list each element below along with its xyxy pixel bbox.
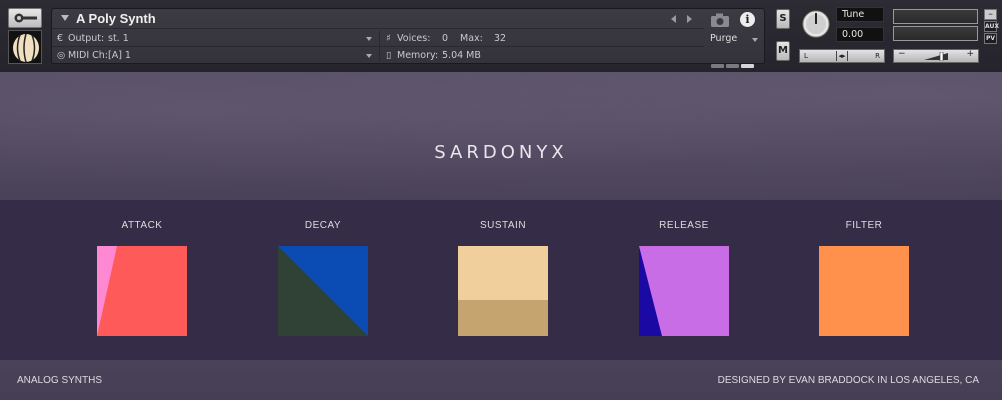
- tune-knob[interactable]: [799, 6, 833, 42]
- volume-slider[interactable]: − +: [893, 49, 979, 63]
- tune-label: Tune: [836, 7, 884, 22]
- memory-icon: ▯: [386, 50, 392, 61]
- wrench-icon: [14, 13, 37, 23]
- title-row: A Poly Synth: [52, 9, 704, 29]
- filter-label: FILTER: [845, 220, 883, 231]
- next-instrument-icon[interactable]: [687, 15, 692, 23]
- instrument-icon[interactable]: [8, 30, 42, 64]
- attack-label: ATTACK: [121, 220, 163, 231]
- volume-minus-label: −: [898, 49, 906, 59]
- instrument-info-panel: A Poly Synth i € Output: st. 1 ♯ Voices:…: [51, 8, 765, 68]
- volume-ramp-icon: [924, 52, 948, 61]
- pan-slider[interactable]: L ◂▸ R: [799, 49, 885, 63]
- purge-led: [741, 64, 754, 68]
- aux-button[interactable]: AUX: [984, 21, 999, 32]
- output-row: € Output: st. 1 ♯ Voices: 0 Max: 32: [52, 30, 704, 47]
- sustain-control[interactable]: [458, 246, 548, 336]
- envelope-panel: ATTACK DECAY SUSTAIN RELEASE FILTER: [0, 200, 1002, 360]
- divider: [379, 47, 380, 64]
- camera-icon[interactable]: [710, 12, 730, 28]
- previous-instrument-icon[interactable]: [671, 15, 676, 23]
- purge-dropdown-icon[interactable]: [752, 38, 758, 42]
- instrument-header: A Poly Synth i € Output: st. 1 ♯ Voices:…: [0, 0, 1002, 72]
- voices-icon: ♯: [386, 33, 391, 44]
- max-voices-value[interactable]: 32: [494, 33, 506, 44]
- tune-value[interactable]: 0.00: [836, 27, 884, 42]
- output-value[interactable]: st. 1: [108, 33, 129, 44]
- minimize-button[interactable]: −: [984, 9, 997, 20]
- footer: ANALOG SYNTHS DESIGNED BY EVAN BRADDOCK …: [0, 360, 1002, 400]
- release-control[interactable]: [639, 246, 729, 336]
- solo-button[interactable]: S: [776, 9, 790, 29]
- instrument-logo-icon: [13, 33, 39, 63]
- pan-left-label: L: [804, 52, 808, 60]
- footer-credits: DESIGNED BY EVAN BRADDOCK IN LOS ANGELES…: [717, 375, 979, 386]
- max-label: Max:: [460, 33, 483, 44]
- decay-control[interactable]: [278, 246, 368, 336]
- instrument-background: SARDONYX: [0, 72, 1002, 200]
- purge-led: [726, 64, 739, 68]
- purge-label: Purge: [710, 33, 738, 44]
- pan-right-label: R: [875, 52, 880, 60]
- output-dropdown-icon[interactable]: [366, 37, 372, 41]
- midi-label: MIDI Ch:: [68, 50, 108, 61]
- sustain-label: SUSTAIN: [479, 220, 527, 231]
- wrench-button[interactable]: [8, 8, 42, 28]
- midi-icon: ◎: [57, 50, 66, 61]
- purge-control[interactable]: Purge: [704, 30, 764, 68]
- voices-label: Voices:: [397, 33, 431, 44]
- attack-control[interactable]: [97, 246, 187, 336]
- collapse-arrow-icon[interactable]: [61, 15, 69, 21]
- pv-button[interactable]: PV: [984, 33, 997, 44]
- memory-label: Memory:: [397, 50, 439, 61]
- divider: [379, 30, 380, 47]
- level-meter-left: [893, 9, 978, 24]
- decay-label: DECAY: [304, 220, 342, 231]
- volume-plus-label: +: [966, 49, 974, 59]
- product-logo: SARDONYX: [434, 142, 568, 163]
- voices-value: 0: [442, 33, 449, 44]
- release-label: RELEASE: [659, 220, 709, 231]
- footer-brand: ANALOG SYNTHS: [17, 375, 103, 386]
- midi-dropdown-icon[interactable]: [366, 54, 372, 58]
- output-label: Output:: [68, 33, 105, 44]
- purge-indicators: [711, 53, 756, 72]
- midi-row: ◎ MIDI Ch: [A] 1 ▯ Memory: 5.04 MB: [52, 47, 704, 64]
- info-icon[interactable]: i: [740, 12, 755, 27]
- output-icon: €: [57, 33, 64, 44]
- mute-button[interactable]: M: [776, 41, 790, 61]
- filter-control[interactable]: [819, 246, 909, 336]
- memory-value: 5.04 MB: [442, 50, 481, 61]
- instrument-name[interactable]: A Poly Synth: [76, 11, 156, 26]
- purge-led: [711, 64, 724, 68]
- midi-channel-value[interactable]: [A] 1: [108, 50, 131, 61]
- pan-handle[interactable]: ◂▸: [836, 51, 848, 61]
- level-meter-right: [893, 26, 978, 41]
